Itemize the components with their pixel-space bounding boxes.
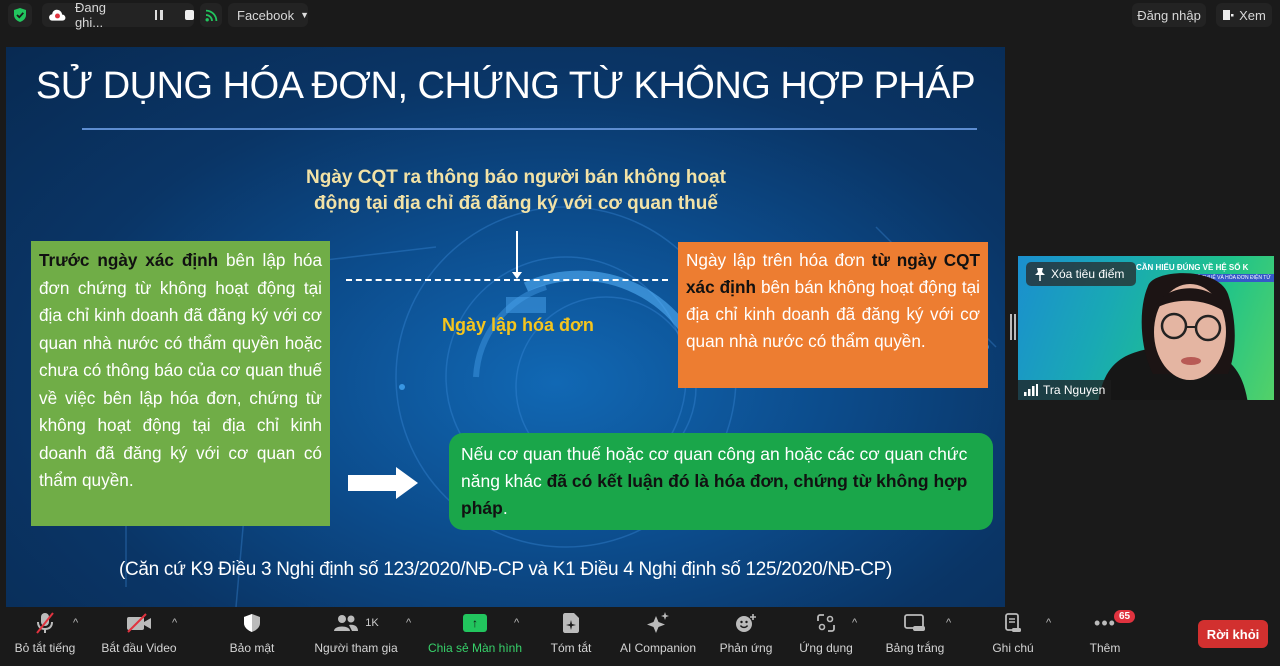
apps-button[interactable]: Ứng dụng — [794, 607, 858, 666]
down-arrow-icon — [512, 231, 522, 279]
video-options-chevron[interactable]: ^ — [172, 617, 177, 629]
legal-citation: (Căn cứ K9 Điều 3 Nghị định số 123/2020/… — [118, 559, 893, 580]
signal-strength-icon — [1024, 384, 1038, 396]
panel-resize-handle[interactable] — [1010, 314, 1016, 340]
encryption-shield-button[interactable] — [8, 3, 32, 27]
after-date-box: Ngày lập trên hóa đơn từ ngày CQT xác đị… — [678, 242, 988, 388]
whiteboard-options-chevron[interactable]: ^ — [946, 617, 951, 629]
reactions-label: Phản ứng — [719, 641, 773, 655]
share-screen-button[interactable]: ↑ Chia sẻ Màn hình — [424, 607, 526, 666]
conclusion-box: Nếu cơ quan thuế hoặc cơ quan công an ho… — [449, 433, 993, 530]
stream-target-dropdown[interactable]: Facebook ▼ — [228, 3, 310, 27]
whiteboard-icon — [904, 614, 925, 631]
caret-down-icon: ▼ — [300, 10, 310, 20]
shared-screen-slide: SỬ DỤNG HÓA ĐƠN, CHỨNG TỪ KHÔNG HỢP PHÁP… — [6, 47, 1005, 607]
participants-options-chevron[interactable]: ^ — [406, 617, 411, 629]
apps-options-chevron[interactable]: ^ — [852, 617, 857, 629]
participants-count: 1K — [365, 617, 379, 629]
shield-icon — [244, 614, 260, 632]
audio-options-chevron[interactable]: ^ — [73, 617, 78, 629]
title-underline — [82, 128, 977, 130]
notes-options-chevron[interactable]: ^ — [1046, 617, 1051, 629]
notification-badge: 65 — [1114, 610, 1136, 623]
login-label: Đăng nhập — [1137, 7, 1201, 23]
summary-button[interactable]: Tóm tắt — [544, 607, 598, 666]
stream-target-label: Facebook — [237, 7, 295, 23]
view-button[interactable]: Xem — [1216, 3, 1272, 27]
pause-recording-button[interactable] — [154, 10, 163, 20]
before-date-box: Trước ngày xác định bên lập hóa đơn chứn… — [31, 241, 330, 526]
apps-icon — [817, 614, 835, 632]
share-screen-icon: ↑ — [463, 614, 487, 632]
participants-label: Người tham gia — [314, 641, 398, 655]
meeting-top-bar: Đang ghi... Facebook ▼ Đăng nhập Xem — [0, 0, 1280, 30]
recording-label: Đang ghi... — [74, 0, 107, 30]
sparkle-icon — [647, 612, 669, 633]
tax-notice-line-1: Ngày CQT ra thông báo người bán không ho… — [306, 167, 726, 188]
timeline-dashed-line — [346, 279, 668, 281]
live-stream-icon — [205, 9, 217, 21]
cloud-record-icon — [49, 9, 66, 21]
right-arrow-icon — [348, 467, 418, 499]
share-options-chevron[interactable]: ^ — [514, 617, 519, 629]
apps-label: Ứng dụng — [799, 641, 853, 655]
invoice-date-label: Ngày lập hóa đơn — [442, 315, 594, 335]
view-label: Xem — [1239, 7, 1266, 23]
participant-name-tag: Tra Nguyen — [1018, 380, 1112, 400]
summary-label: Tóm tắt — [550, 641, 592, 655]
meeting-toolbar: Bỏ tắt tiếng ^ Bắt đầu Video ^ Bảo mật 1… — [0, 607, 1280, 666]
shield-check-icon — [14, 8, 26, 22]
whiteboard-label: Bảng trắng — [885, 641, 945, 655]
pin-icon — [1035, 268, 1045, 281]
leave-label: Rời khỏi — [1206, 626, 1260, 642]
remove-spotlight-button[interactable]: Xóa tiêu điểm — [1026, 262, 1136, 286]
more-icon: ••• — [1094, 613, 1116, 633]
recording-status: Đang ghi... — [42, 0, 194, 30]
start-video-button[interactable]: Bắt đầu Video — [98, 607, 180, 666]
start-video-label: Bắt đầu Video — [101, 641, 177, 655]
whiteboard-button[interactable]: Bảng trắng — [882, 607, 948, 666]
more-label: Thêm — [1089, 641, 1121, 655]
ai-companion-button[interactable]: AI Companion — [616, 607, 700, 666]
login-button[interactable]: Đăng nhập — [1132, 3, 1206, 27]
tax-notice-date-label: Ngày CQT ra thông báo người bán không ho… — [296, 165, 736, 217]
after-date-text-1: Ngày lập trên hóa đơn — [686, 250, 872, 270]
remove-spotlight-label: Xóa tiêu điểm — [1051, 267, 1125, 281]
slide-title: SỬ DỤNG HÓA ĐƠN, CHỨNG TỪ KHÔNG HỢP PHÁP — [35, 65, 976, 107]
participant-name: Tra Nguyen — [1043, 383, 1106, 397]
security-button[interactable]: Bảo mật — [222, 607, 282, 666]
reaction-icon — [736, 614, 756, 632]
reactions-button[interactable]: Phản ứng — [716, 607, 776, 666]
video-off-icon — [127, 613, 151, 633]
view-layout-icon — [1223, 10, 1234, 20]
participant-video-tile[interactable]: CẦN HIỂU ĐÚNG VỀ HỆ SỐ K HỖ TRỢ VỀ THUẾ … — [1018, 256, 1274, 400]
share-screen-label: Chia sẻ Màn hình — [427, 641, 523, 655]
participants-icon — [334, 615, 359, 631]
security-label: Bảo mật — [229, 641, 275, 655]
tax-notice-line-2: động tại địa chỉ đã đăng ký với cơ quan … — [314, 193, 718, 214]
live-stream-status[interactable] — [200, 3, 222, 27]
notes-icon — [1005, 613, 1021, 632]
unmute-button[interactable]: Bỏ tắt tiếng — [10, 607, 80, 666]
before-date-text: bên lập hóa đơn chứng từ không hoạt động… — [39, 250, 322, 490]
ai-companion-label: AI Companion — [619, 641, 697, 655]
stop-recording-button[interactable] — [184, 10, 194, 20]
notes-label: Ghi chú — [992, 641, 1034, 655]
notes-button[interactable]: Ghi chú — [990, 607, 1036, 666]
participants-button[interactable]: 1K Người tham gia — [310, 607, 402, 666]
unmute-label: Bỏ tắt tiếng — [14, 641, 76, 655]
microphone-muted-icon — [36, 612, 54, 634]
before-date-bold: Trước ngày xác định — [39, 250, 219, 270]
conclusion-text-2: . — [502, 498, 508, 518]
summary-icon — [563, 613, 579, 633]
leave-meeting-button[interactable]: Rời khỏi — [1198, 620, 1268, 648]
